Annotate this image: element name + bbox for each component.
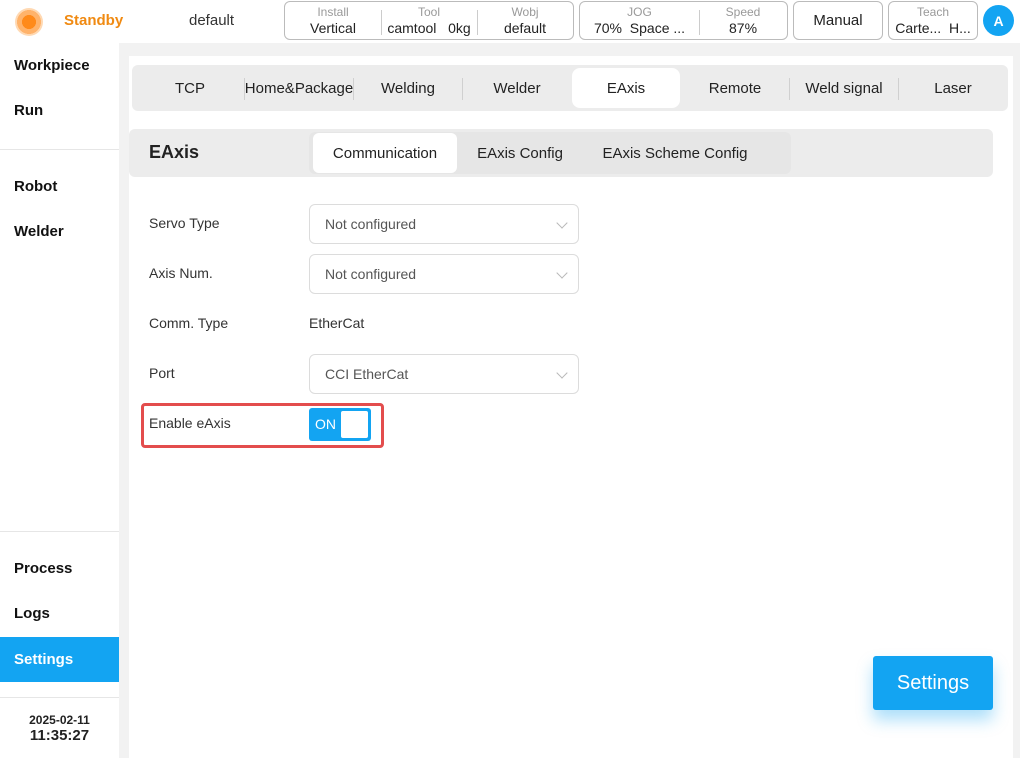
top-bar: Standby default Install Vertical Tool ca… <box>0 0 1020 43</box>
sidebar-item-workpiece[interactable]: Workpiece <box>0 43 119 88</box>
tool-load: 0kg <box>448 20 471 36</box>
tab-remote[interactable]: Remote <box>681 68 789 108</box>
sidebar: Workpiece Run Robot Welder Process Logs … <box>0 43 119 758</box>
tab-eaxis[interactable]: EAxis <box>572 68 680 108</box>
enable-eaxis-toggle[interactable]: ON <box>309 408 371 441</box>
teach-pill[interactable]: Teach Carte... H... <box>888 1 978 40</box>
wobj-label: Wobj <box>511 5 539 19</box>
wobj-segment[interactable]: Wobj default <box>477 2 573 39</box>
comm-type-label: Comm. Type <box>149 315 229 331</box>
section-header: EAxis Communication EAxis Config EAxis S… <box>129 129 993 177</box>
toggle-state: ON <box>315 416 336 432</box>
status-indicator-icon <box>15 8 43 36</box>
port-value: CCI EtherCat <box>325 366 409 382</box>
teach-label: Teach <box>916 5 950 19</box>
sidebar-divider <box>0 697 119 698</box>
jog-segment[interactable]: JOG 70% Space ... <box>580 2 699 39</box>
enable-eaxis-label: Enable eAxis <box>149 415 231 431</box>
tab-home-package[interactable]: Home&Package <box>245 68 353 108</box>
sidebar-divider <box>0 149 119 150</box>
config-pill[interactable]: Install Vertical Tool camtool 0kg Wobj d… <box>284 1 574 40</box>
install-label: Install <box>317 5 349 19</box>
servo-type-value: Not configured <box>325 216 417 232</box>
sidebar-item-welder[interactable]: Welder <box>0 209 119 254</box>
subtab-eaxis-config[interactable]: EAxis Config <box>461 133 579 173</box>
tab-laser[interactable]: Laser <box>899 68 1007 108</box>
axis-num-select[interactable]: Not configured <box>309 254 579 294</box>
settings-button[interactable]: Settings <box>873 656 993 710</box>
tool-segment[interactable]: Tool camtool 0kg <box>381 2 477 39</box>
chevron-down-icon <box>556 267 568 279</box>
port-select[interactable]: CCI EtherCat <box>309 354 579 394</box>
teach-value: Carte... H... <box>889 19 977 37</box>
avatar[interactable]: A <box>983 5 1014 36</box>
teach-segment[interactable]: Teach Carte... H... <box>889 2 977 39</box>
speed-segment[interactable]: Speed 87% <box>699 2 787 39</box>
sidebar-item-logs[interactable]: Logs <box>0 591 119 636</box>
tool-label: Tool <box>417 5 440 19</box>
jog-value: 70% Space ... <box>580 19 699 37</box>
speed-label: Speed <box>725 5 761 19</box>
port-label: Port <box>149 365 175 381</box>
sidebar-time: 11:35:27 <box>29 727 90 744</box>
chevron-down-icon <box>556 367 568 379</box>
sidebar-item-settings[interactable]: Settings <box>0 637 119 682</box>
manual-mode-button[interactable]: Manual <box>793 1 883 40</box>
robot-status: Standby <box>64 12 124 29</box>
sidebar-date: 2025-02-11 <box>29 713 90 727</box>
teach-value-1: Carte... <box>895 20 942 36</box>
tool-value: camtool 0kg <box>381 19 477 37</box>
install-value: Vertical <box>310 20 356 36</box>
servo-type-select[interactable]: Not configured <box>309 204 579 244</box>
program-name[interactable]: default <box>189 12 234 29</box>
teach-value-2: H... <box>948 20 971 36</box>
chevron-down-icon <box>556 217 568 229</box>
tab-welding[interactable]: Welding <box>354 68 462 108</box>
tab-weld-signal[interactable]: Weld signal <box>790 68 898 108</box>
speed-value: 87% <box>729 20 758 36</box>
subtab-communication[interactable]: Communication <box>313 133 457 173</box>
jog-label: JOG <box>627 5 652 19</box>
axis-num-label: Axis Num. <box>149 265 213 281</box>
axis-num-value: Not configured <box>325 266 417 282</box>
subtab-bar: Communication EAxis Config EAxis Scheme … <box>309 132 791 174</box>
section-title: EAxis <box>149 142 200 162</box>
toggle-knob <box>341 411 368 438</box>
sidebar-item-robot[interactable]: Robot <box>0 164 119 209</box>
sidebar-item-process[interactable]: Process <box>0 546 119 591</box>
tab-welder[interactable]: Welder <box>463 68 571 108</box>
comm-type-value: EtherCat <box>309 315 365 331</box>
wobj-value: default <box>503 20 547 36</box>
tool-name: camtool <box>387 20 437 36</box>
settings-tab-bar: TCP Home&Package Welding Welder EAxis Re… <box>132 65 1008 111</box>
motion-pill[interactable]: JOG 70% Space ... Speed 87% <box>579 1 788 40</box>
servo-type-label: Servo Type <box>149 215 220 231</box>
jog-percent: 70% <box>593 20 622 36</box>
tab-tcp[interactable]: TCP <box>136 68 244 108</box>
sidebar-item-run[interactable]: Run <box>0 88 119 133</box>
subtab-eaxis-scheme-config[interactable]: EAxis Scheme Config <box>585 133 765 173</box>
jog-mode: Space ... <box>629 20 686 36</box>
install-segment[interactable]: Install Vertical <box>285 2 381 39</box>
main-panel: TCP Home&Package Welding Welder EAxis Re… <box>129 56 1013 758</box>
sidebar-divider <box>0 531 119 532</box>
